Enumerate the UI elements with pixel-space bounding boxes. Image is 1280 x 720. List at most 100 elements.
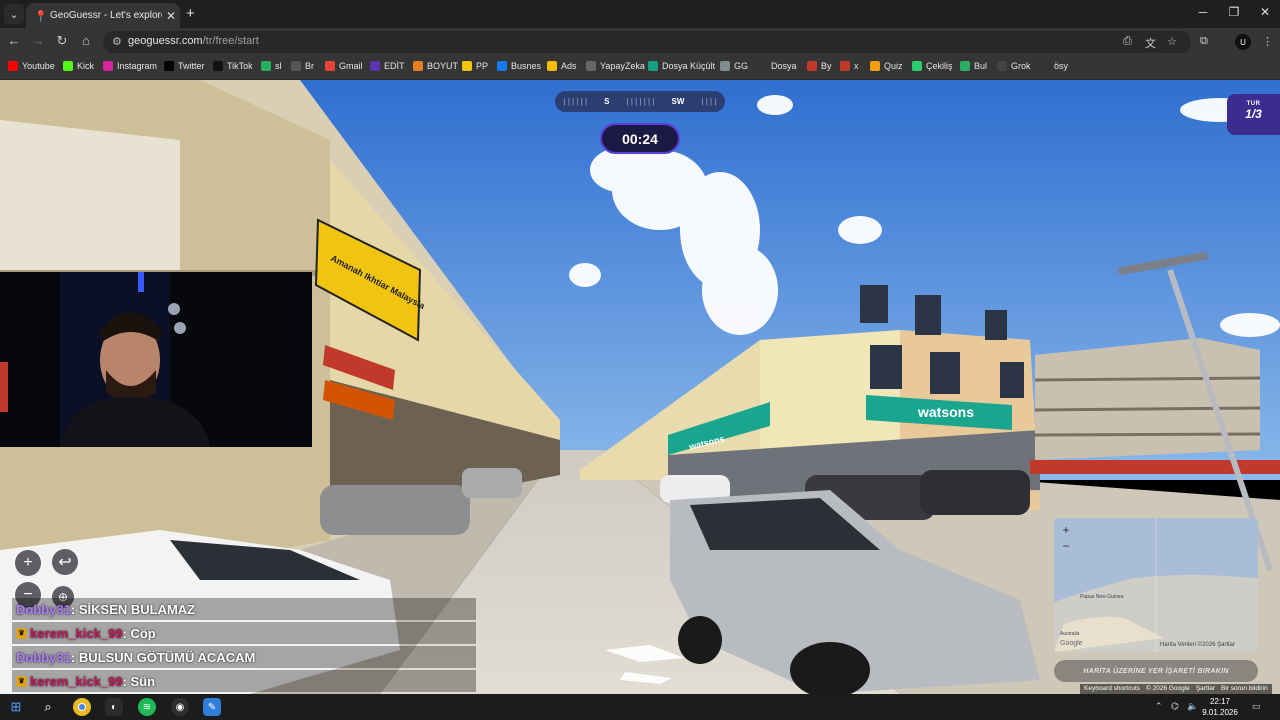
bookmark-label: TikTok xyxy=(227,61,253,71)
minimap-label-australia: Australia xyxy=(1060,631,1080,637)
bookmark-20[interactable]: Çekiliş xyxy=(912,61,953,71)
zoom-in-button[interactable]: + xyxy=(15,550,41,576)
translate-icon[interactable]: 文 xyxy=(1145,35,1156,51)
pp-icon xyxy=(462,61,472,71)
round-value: 1/3 xyxy=(1245,107,1262,121)
bookmark-label: Instagram xyxy=(117,61,158,71)
bookmark-15[interactable]: GG xyxy=(720,61,748,71)
geoguessr-favicon-icon: 📍 xyxy=(34,10,48,23)
watsons-sign: watsons xyxy=(917,404,974,420)
minimap-zoom-in-icon[interactable]: + xyxy=(1060,524,1072,536)
bookmark-21[interactable]: Bul xyxy=(960,61,987,71)
notification-icon[interactable]: ▭ xyxy=(1252,701,1261,712)
windows-taskbar: ⊞ ⌕ ◐ ≋ ◉ ✎ ⌃ ⌬ 🔈 22:17 9.01.2026 ▭ xyxy=(0,694,1280,720)
volume-icon[interactable]: 🔈 xyxy=(1187,701,1198,712)
keyboard-shortcuts-link[interactable]: Keyboard shortcuts xyxy=(1084,685,1140,693)
subscriber-badge-icon: ♛ xyxy=(16,675,27,687)
bookmark-10[interactable]: PP xyxy=(462,61,488,71)
home-icon[interactable]: ⌂ xyxy=(76,33,96,48)
reload-icon[interactable]: ↻ xyxy=(52,33,72,49)
bookmark-17[interactable]: By xyxy=(807,61,832,71)
return-to-start-icon[interactable]: ↩ xyxy=(52,549,78,575)
minimap-zoom-out-icon[interactable]: − xyxy=(1060,540,1072,552)
network-icon[interactable]: ⌬ xyxy=(1171,701,1179,712)
url-text: geoguessr.com/tr/free/start xyxy=(128,35,259,47)
bookmark-label: Grok xyxy=(1011,61,1031,71)
bookmark-3[interactable]: Twitter xyxy=(164,61,205,71)
bookmark-label: ösy xyxy=(1054,61,1069,71)
bookmark-16[interactable]: Dosya xyxy=(757,61,797,71)
app-icon[interactable]: ◐ xyxy=(105,698,123,716)
streamer-video xyxy=(0,272,312,447)
boyut-icon xyxy=(413,61,423,71)
bookmark-2[interactable]: Instagram xyxy=(103,61,157,71)
restore-icon[interactable]: ❐ xyxy=(1219,5,1249,19)
bookmark-13[interactable]: YapayZeka xyxy=(586,61,645,71)
bookmark-label: x xyxy=(854,61,859,71)
bookmark-6[interactable]: Br xyxy=(291,61,314,71)
guess-minimap[interactable]: Papua New Guinea Australia Google xyxy=(1054,518,1258,652)
chrome-icon[interactable] xyxy=(73,698,91,716)
forward-icon[interactable]: → xyxy=(28,33,48,48)
bookmark-label: Dosya xyxy=(771,61,797,71)
minimap-google-logo: Google xyxy=(1060,640,1083,647)
bookmark-14[interactable]: Dosya Küçült xyxy=(648,61,715,71)
minimap-drawing: Papua New Guinea Australia Google xyxy=(1054,518,1258,652)
bookmark-22[interactable]: Grok xyxy=(997,61,1031,71)
bookmark-11[interactable]: Busnes xyxy=(497,61,541,71)
menu-icon[interactable]: ⋮ xyxy=(1262,35,1273,48)
search-icon[interactable]: ⌕ xyxy=(39,698,57,716)
back-icon[interactable]: ← xyxy=(4,33,24,48)
window-close-icon[interactable]: ✕ xyxy=(1250,5,1280,19)
windows-icon[interactable]: ⊞ xyxy=(7,698,25,716)
bookmark-18[interactable]: x xyxy=(840,61,859,71)
tray-chevron-icon[interactable]: ⌃ xyxy=(1155,701,1163,712)
install-app-icon[interactable]: ⎙ xyxy=(1123,35,1132,48)
report-problem-link[interactable]: Bir sorun bildirin xyxy=(1221,685,1268,693)
spotify-icon[interactable]: ≋ xyxy=(138,698,156,716)
bookmark-9[interactable]: BOYUT xyxy=(413,61,458,71)
extensions-icon[interactable]: ⧉ xyxy=(1200,35,1208,48)
bookmark-label: Gmail xyxy=(339,61,363,71)
tab-search-icon[interactable]: ⌄ xyxy=(4,4,24,24)
bookmark-label: Busnes xyxy=(511,61,542,71)
new-tab-icon[interactable]: + xyxy=(186,5,195,22)
bookmark-4[interactable]: TikTok xyxy=(213,61,253,71)
bookmark-label: sl xyxy=(275,61,282,71)
profile-avatar[interactable]: U xyxy=(1235,34,1251,50)
bookmark-8[interactable]: EDİT xyxy=(370,61,405,71)
bookmark-5[interactable]: sl xyxy=(261,61,282,71)
bookmark-label: YapayZeka xyxy=(600,61,645,71)
bookmark-label: By xyxy=(821,61,832,71)
bookmark-label: BOYUT xyxy=(427,61,459,71)
bookmark-star-icon[interactable]: ☆ xyxy=(1167,35,1177,48)
bookmark-12[interactable]: Ads xyxy=(547,61,577,71)
address-bar[interactable]: ⚙ geoguessr.com/tr/free/start xyxy=(103,31,1191,53)
folder-icon xyxy=(1040,61,1050,71)
bookmark-0[interactable]: Youtube xyxy=(8,61,55,71)
bookmark-7[interactable]: Gmail xyxy=(325,61,363,71)
minimize-icon[interactable]: ─ xyxy=(1188,5,1218,19)
bookmark-label: EDİT xyxy=(384,61,405,71)
bookmark-1[interactable]: Kick xyxy=(63,61,94,71)
chat-message: Dobby31 : BULSUN GÖTÜMÜ ACACAM xyxy=(12,646,476,668)
gmail-icon xyxy=(325,61,335,71)
compass-southwest: SW xyxy=(671,97,685,106)
tab-strip: ⌄ 📍 GeoGuessr - Let's explore the w ✕ + … xyxy=(0,0,1280,28)
round-indicator: TUR 1/3 xyxy=(1227,94,1280,135)
chat-text: : Sün xyxy=(122,673,156,689)
terms-link[interactable]: Şartlar xyxy=(1196,685,1215,693)
site-info-icon[interactable]: ⚙ xyxy=(112,35,122,48)
bookmark-19[interactable]: Quiz xyxy=(870,61,903,71)
clock-date: 9.01.2026 xyxy=(1202,708,1238,717)
chat-text: : Cöp xyxy=(122,625,156,641)
tab-close-icon[interactable]: ✕ xyxy=(166,9,176,23)
system-clock[interactable]: 22:17 9.01.2026 xyxy=(1200,696,1240,718)
bookmark-23[interactable]: ösy xyxy=(1040,61,1068,71)
guess-button[interactable]: HARİTA ÜZERİNE YER İŞARETİ BIRAKIN xyxy=(1054,660,1258,682)
paint-icon[interactable]: ✎ xyxy=(203,698,221,716)
cekilis-icon xyxy=(912,61,922,71)
streetview-panorama[interactable]: watsons watsons Amanah Ikhtiar Malaysia … xyxy=(0,80,1280,694)
obs-icon[interactable]: ◉ xyxy=(171,698,189,716)
browser-tab[interactable]: 📍 GeoGuessr - Let's explore the w ✕ xyxy=(26,3,180,28)
